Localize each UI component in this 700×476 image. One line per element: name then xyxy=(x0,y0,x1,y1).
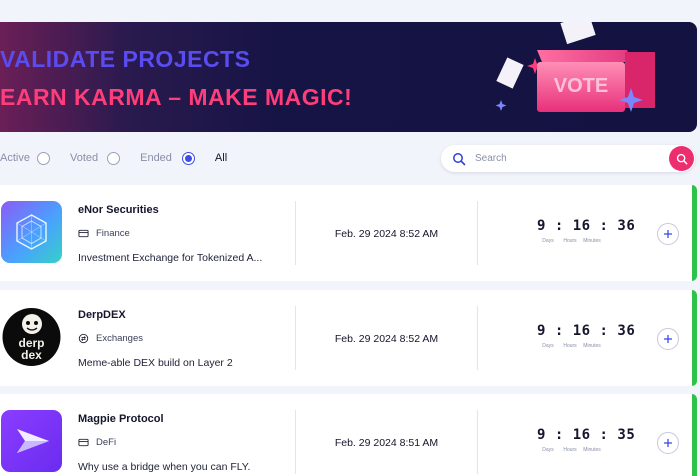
divider xyxy=(477,306,478,370)
timer-days-unit: Days xyxy=(542,447,554,453)
timer-days-unit: Days xyxy=(542,343,554,349)
timer-days: 9 xyxy=(537,323,546,339)
search-button[interactable] xyxy=(669,146,694,171)
timer-days: 9 xyxy=(537,427,546,443)
status-filter: Active Voted Ended All xyxy=(0,150,241,166)
search-button-icon xyxy=(676,153,687,164)
derpdex-logo-text-2: dex xyxy=(21,348,42,362)
project-logo-enor xyxy=(1,201,62,263)
project-card-derpdex[interactable]: derp dex DerpDEX Exchanges Meme-able DEX… xyxy=(0,290,697,386)
filter-ended-radio[interactable] xyxy=(107,151,121,165)
exchange-icon xyxy=(78,333,89,344)
project-date: Feb. 29 2024 8:52 AM xyxy=(334,228,439,240)
project-logo-magpie xyxy=(1,410,62,472)
banner-subheadline: EARN KARMA – MAKE MAGIC! xyxy=(0,84,353,110)
status-indicator xyxy=(692,290,697,386)
filter-all-label: All xyxy=(214,152,228,164)
timer-minutes-unit: Minutes xyxy=(583,343,601,349)
project-category: DeFi xyxy=(78,437,116,448)
project-date: Feb. 29 2024 8:52 AM xyxy=(334,333,439,345)
filter-ended-label: Ended xyxy=(140,152,172,164)
status-indicator xyxy=(692,394,697,476)
timer-minutes: 35 xyxy=(617,427,636,443)
timer-minutes: 36 xyxy=(617,218,636,234)
vote-box-illustration: VOTE xyxy=(495,22,655,112)
filter-ended[interactable]: Ended xyxy=(140,151,201,165)
magpie-logo-icon xyxy=(17,429,49,453)
hero-banner: VALIDATE PROJECTS EARN KARMA – MAKE MAGI… xyxy=(0,22,697,132)
timer-minutes-unit: Minutes xyxy=(583,238,601,244)
credit-card-icon xyxy=(78,229,89,238)
project-card-enor[interactable]: eNor Securities Finance Investment Excha… xyxy=(0,185,697,281)
project-date: Feb. 29 2024 8:51 AM xyxy=(334,437,439,449)
filter-voted[interactable]: Voted xyxy=(69,151,126,165)
search-bar xyxy=(441,145,695,172)
project-logo-derpdex: derp dex xyxy=(1,306,62,368)
project-category: Exchanges xyxy=(78,333,143,344)
project-name[interactable]: Magpie Protocol xyxy=(78,413,164,425)
search-input[interactable] xyxy=(475,153,655,164)
timer-hours: 16 xyxy=(572,323,591,339)
project-category-label: Finance xyxy=(96,228,130,239)
timer-hours-unit: Hours xyxy=(563,447,577,453)
timer-hours: 16 xyxy=(572,218,591,234)
vote-box-label: VOTE xyxy=(554,75,608,97)
divider xyxy=(477,410,478,474)
project-name[interactable]: eNor Securities xyxy=(78,204,159,216)
cube-logo-icon xyxy=(16,214,47,250)
timer-minutes: 36 xyxy=(617,323,636,339)
filter-active[interactable]: Active xyxy=(0,151,56,165)
project-category-label: DeFi xyxy=(96,437,117,448)
project-description: Meme-able DEX build on Layer 2 xyxy=(78,357,233,369)
search-icon xyxy=(453,152,466,165)
countdown-timer: 9 : 16 : 36 Days Hours Minutes xyxy=(537,218,636,244)
project-description: Investment Exchange for Tokenized A... xyxy=(78,252,263,264)
filter-active-label: Active xyxy=(0,152,30,164)
timer-minutes-unit: Minutes xyxy=(583,447,601,453)
countdown-timer: 9 : 16 : 35 Days Hours Minutes xyxy=(537,427,636,453)
project-category-label: Exchanges xyxy=(96,333,144,344)
filter-all-radio[interactable] xyxy=(181,151,195,165)
countdown-timer: 9 : 16 : 36 Days Hours Minutes xyxy=(537,323,636,349)
project-card-magpie[interactable]: Magpie Protocol DeFi Why use a bridge wh… xyxy=(0,394,697,476)
filter-voted-radio[interactable] xyxy=(36,151,50,165)
plus-icon xyxy=(664,335,672,343)
add-vote-button[interactable] xyxy=(657,328,679,350)
project-category: Finance xyxy=(78,228,130,239)
divider xyxy=(477,201,478,265)
filter-voted-label: Voted xyxy=(69,152,99,164)
filter-all[interactable]: All xyxy=(215,152,227,164)
plus-icon xyxy=(664,230,672,238)
plus-icon xyxy=(664,439,672,447)
project-description: Why use a bridge when you can FLY. xyxy=(78,461,251,473)
credit-card-icon xyxy=(78,438,89,447)
timer-hours-unit: Hours xyxy=(563,343,577,349)
banner-headline: VALIDATE PROJECTS xyxy=(0,46,251,72)
add-vote-button[interactable] xyxy=(657,223,679,245)
project-name[interactable]: DerpDEX xyxy=(78,309,126,321)
timer-days-unit: Days xyxy=(542,238,554,244)
add-vote-button[interactable] xyxy=(657,432,679,454)
derpdex-logo-icon: derp dex xyxy=(2,308,61,366)
timer-days: 9 xyxy=(537,218,546,234)
timer-hours: 16 xyxy=(572,427,591,443)
status-indicator xyxy=(692,185,697,281)
timer-hours-unit: Hours xyxy=(563,238,577,244)
